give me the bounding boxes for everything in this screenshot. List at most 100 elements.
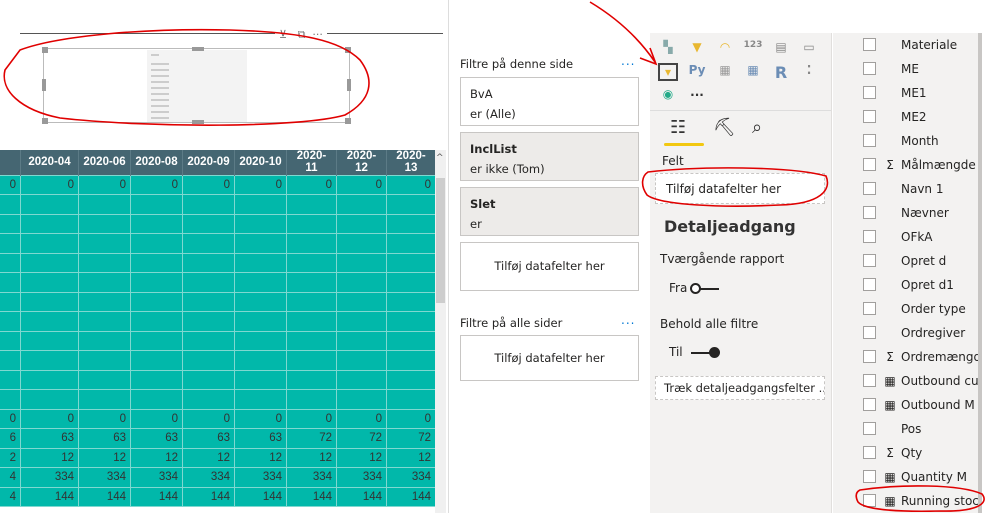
gauge-visual-icon[interactable]: ◠ — [715, 40, 735, 58]
column-header[interactable]: 2020-04 — [20, 150, 79, 175]
key-influencers-icon[interactable]: ⁚ — [799, 63, 819, 81]
more-options-icon[interactable]: ... — [621, 313, 635, 327]
column-header[interactable]: 2020-09 — [182, 150, 235, 175]
fields-tab-icon[interactable]: ☷ — [670, 117, 686, 138]
field-item[interactable]: ▦ Outbound M — [833, 396, 978, 420]
resize-handle[interactable] — [192, 120, 204, 124]
field-checkbox[interactable] — [863, 86, 876, 99]
scroll-up-icon[interactable]: ^ — [436, 153, 444, 163]
field-item[interactable]: ▦ Quantity M — [833, 468, 978, 492]
filter-icon[interactable]: ⊻ — [279, 28, 287, 41]
column-header[interactable]: 2020-12 — [336, 150, 387, 175]
multi-row-card-icon[interactable]: ▤ — [771, 40, 791, 58]
resize-handle[interactable] — [42, 79, 46, 91]
field-checkbox[interactable] — [863, 134, 876, 147]
field-checkbox[interactable] — [863, 230, 876, 243]
filter-card-bva[interactable]: BvA er (Alle) — [460, 77, 639, 126]
field-item[interactable]: ▦ Outbound cur — [833, 372, 978, 396]
resize-handle[interactable] — [192, 47, 204, 51]
more-options-icon[interactable]: ··· — [312, 28, 323, 41]
keep-filters-toggle[interactable] — [691, 347, 720, 358]
field-checkbox[interactable] — [863, 38, 876, 51]
table-visual-icon[interactable]: ▦ — [715, 63, 735, 81]
arcgis-map-icon[interactable]: ◉ — [658, 87, 678, 105]
cross-report-toggle[interactable] — [690, 283, 719, 294]
field-item[interactable]: Opret d — [833, 252, 978, 276]
field-checkbox[interactable] — [863, 398, 876, 411]
field-checkbox[interactable] — [863, 158, 876, 171]
field-checkbox[interactable] — [863, 446, 876, 459]
drillthrough-dropzone[interactable]: Træk detaljeadgangsfelter ... — [655, 376, 825, 400]
table-cell — [0, 233, 21, 254]
field-item[interactable]: ME1 — [833, 84, 978, 108]
resize-handle[interactable] — [42, 47, 48, 53]
more-visuals-icon[interactable]: ... — [687, 85, 707, 103]
field-checkbox[interactable] — [863, 422, 876, 435]
selected-slicer-visual[interactable] — [42, 47, 351, 124]
focus-mode-icon[interactable]: ⧉ — [298, 28, 306, 41]
table-cell — [286, 311, 337, 332]
field-item[interactable]: ME2 — [833, 108, 978, 132]
kpi-visual-icon[interactable]: ▭ — [799, 40, 819, 58]
field-checkbox[interactable] — [863, 326, 876, 339]
field-item[interactable]: Nævner — [833, 204, 978, 228]
table-scrollbar[interactable]: ^ — [435, 150, 446, 513]
field-checkbox[interactable] — [863, 110, 876, 123]
column-header[interactable]: 2020-13 — [386, 150, 436, 175]
card-visual-icon[interactable]: 123 — [743, 40, 763, 58]
field-item[interactable]: Opret d1 — [833, 276, 978, 300]
resize-handle[interactable] — [345, 47, 351, 53]
field-checkbox[interactable] — [863, 254, 876, 267]
field-dropzone[interactable]: Tilføj datafelter her — [655, 173, 825, 204]
keep-filters-label: Behold alle filtre — [660, 317, 759, 331]
field-label: Navn 1 — [901, 182, 944, 196]
field-item[interactable]: ▦ Running stock — [833, 492, 978, 516]
field-checkbox[interactable] — [863, 374, 876, 387]
slicer-visual-icon[interactable]: ▾ — [658, 63, 678, 81]
field-checkbox[interactable] — [863, 470, 876, 483]
format-paint-roller-icon[interactable]: ⛏ — [713, 117, 736, 138]
field-item[interactable]: Navn 1 — [833, 180, 978, 204]
column-header[interactable] — [0, 150, 21, 175]
r-visual-icon[interactable]: R — [771, 63, 791, 82]
add-page-filter-dropzone[interactable]: Tilføj datafelter her — [460, 242, 639, 291]
field-checkbox[interactable] — [863, 494, 876, 507]
field-item[interactable]: Σ Qty — [833, 444, 978, 468]
field-checkbox[interactable] — [863, 62, 876, 75]
filter-card-slet[interactable]: Slet er — [460, 187, 639, 236]
field-checkbox[interactable] — [863, 350, 876, 363]
field-well-label: Felt — [662, 154, 684, 168]
resize-handle[interactable] — [347, 79, 351, 91]
field-item[interactable]: Order type — [833, 300, 978, 324]
field-item[interactable]: OFkA — [833, 228, 978, 252]
matrix-visual-icon[interactable]: ▦ — [743, 63, 763, 81]
add-all-pages-filter-dropzone[interactable]: Tilføj datafelter her — [460, 335, 639, 381]
map-visual-icon[interactable]: ▚ — [658, 40, 678, 58]
field-item[interactable]: Materiale — [833, 36, 978, 60]
field-checkbox[interactable] — [863, 302, 876, 315]
column-header[interactable]: 2020-10 — [234, 150, 287, 175]
funnel-visual-icon[interactable]: ▼ — [687, 40, 707, 58]
fields-scrollbar[interactable] — [978, 33, 987, 513]
field-checkbox[interactable] — [863, 206, 876, 219]
resize-handle[interactable] — [345, 118, 351, 124]
field-checkbox[interactable] — [863, 182, 876, 195]
table-cell — [130, 369, 183, 390]
python-visual-icon[interactable]: Py — [687, 63, 707, 81]
visual-top-border — [20, 33, 443, 34]
resize-handle[interactable] — [42, 118, 48, 124]
field-item[interactable]: Month — [833, 132, 978, 156]
more-options-icon[interactable]: ... — [621, 54, 635, 68]
column-header[interactable]: 2020-06 — [78, 150, 131, 175]
column-header[interactable]: 2020-08 — [130, 150, 183, 175]
field-item[interactable]: Σ Ordremængde — [833, 348, 978, 372]
filter-card-incllist[interactable]: InclList er ikke (Tom) — [460, 132, 639, 181]
field-item[interactable]: Σ Målmængde — [833, 156, 978, 180]
field-checkbox[interactable] — [863, 278, 876, 291]
column-header[interactable]: 2020-11 — [286, 150, 337, 175]
table-cell — [78, 350, 131, 371]
field-item[interactable]: Ordregiver — [833, 324, 978, 348]
analytics-icon[interactable]: ⌕ — [752, 117, 762, 138]
field-item[interactable]: Pos — [833, 420, 978, 444]
field-item[interactable]: ME — [833, 60, 978, 84]
